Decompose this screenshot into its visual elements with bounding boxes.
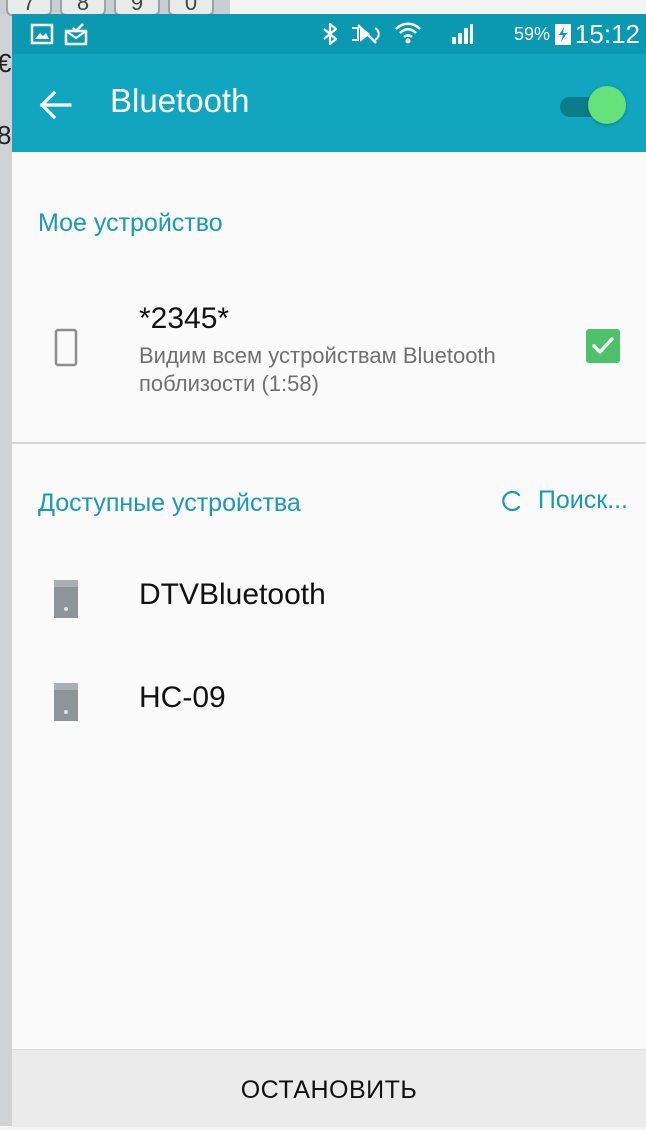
- stop-button[interactable]: ОСТАНОВИТЬ: [12, 1050, 646, 1127]
- toggle-thumb: [588, 86, 626, 124]
- search-label: Поиск...: [537, 486, 628, 514]
- battery-charging-icon: [555, 24, 571, 45]
- my-device-visibility-text: Видим всем устройствам Bluetooth поблизо…: [139, 343, 496, 396]
- phone-outline-icon: [54, 328, 78, 367]
- app-toolbar: Bluetooth: [12, 54, 646, 152]
- my-device-name: *2345*: [139, 302, 230, 335]
- mail-check-icon: [64, 23, 88, 46]
- background-keyboard-edge: [0, 0, 12, 1126]
- battery-percent: 59%: [513, 24, 550, 44]
- device-name: DTVBluetooth: [139, 578, 326, 611]
- section-divider: [12, 442, 646, 444]
- wifi-icon: [395, 22, 421, 44]
- background-edge-char: €: [0, 48, 12, 78]
- available-device-item[interactable]: DTVBluetooth: [12, 549, 646, 649]
- bottom-action-bar: ОСТАНОВИТЬ: [12, 1049, 646, 1127]
- gallery-icon: [30, 23, 54, 45]
- my-device-header: Мое устройство: [38, 209, 223, 237]
- background-edge-char: 8: [0, 120, 12, 150]
- refresh-icon: [502, 490, 520, 511]
- signal-icon: [452, 24, 473, 44]
- bluetooth-settings-content: Мое устройство *2345* Видим всем устройс…: [12, 152, 646, 1049]
- back-arrow-icon[interactable]: [36, 85, 76, 125]
- status-time: 15:12: [574, 19, 640, 49]
- device-icon: [54, 683, 78, 721]
- bluetooth-toggle[interactable]: [556, 86, 626, 126]
- available-device-item[interactable]: HC-09: [12, 652, 646, 752]
- device-icon: [54, 580, 78, 618]
- mute-icon: [352, 24, 380, 44]
- page-title: Bluetooth: [110, 82, 250, 119]
- status-bar: 59% 15:12: [12, 14, 646, 54]
- visibility-checkbox[interactable]: [586, 329, 620, 363]
- available-devices-header: Доступные устройства: [38, 489, 301, 517]
- bluetooth-icon: [323, 22, 338, 46]
- device-name: HC-09: [139, 681, 226, 714]
- search-button[interactable]: Поиск...: [500, 486, 628, 515]
- checkmark-icon: [592, 337, 614, 354]
